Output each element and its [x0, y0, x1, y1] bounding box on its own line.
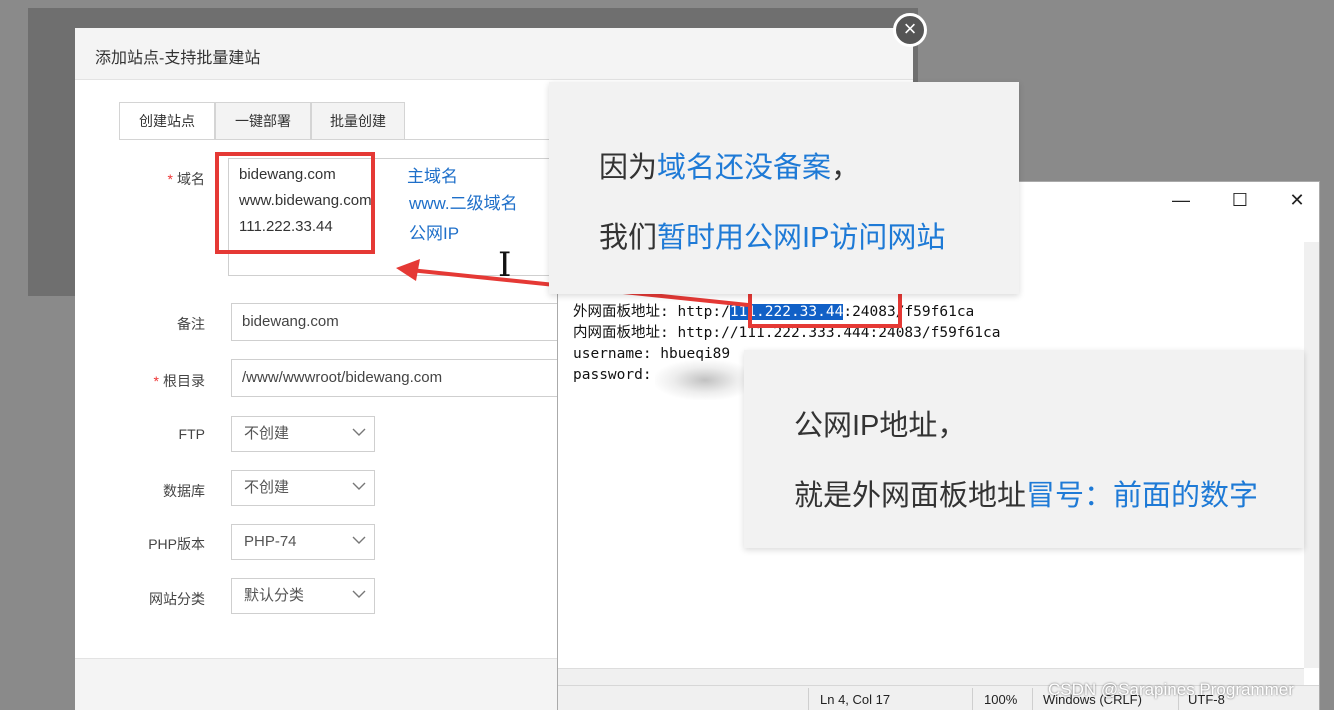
remark-label: 备注: [177, 316, 205, 332]
caption-bottom-line-2: 就是外网面板地址冒号：前面的数字: [794, 472, 1258, 514]
tab-label: 创建站点: [139, 113, 195, 129]
required-marker: *: [153, 373, 159, 389]
dialog-title: 添加站点-支持批量建站: [95, 50, 261, 67]
caption-highlight: 冒号：前面的数字: [1026, 480, 1259, 512]
domain-label: * 域名: [95, 169, 205, 189]
php-version-select[interactable]: PHP-74: [231, 524, 375, 560]
caption-top-line-1: 因为域名还没备案，: [599, 144, 860, 186]
root-dir-input[interactable]: /www/wwwroot/bidewang.com: [231, 359, 561, 397]
database-select[interactable]: 不创建: [231, 470, 375, 506]
chevron-down-icon: [352, 590, 366, 598]
vertical-scrollbar[interactable]: [1304, 242, 1319, 668]
dialog-close-button[interactable]: ×: [893, 13, 927, 47]
note-main-domain: 主域名: [407, 167, 458, 186]
red-highlight-ip: [748, 290, 902, 328]
caption-text: 我们: [599, 222, 658, 254]
red-highlight-domains: [215, 152, 375, 254]
tab-label: 一键部署: [235, 113, 291, 129]
caption-highlight: 域名还没备案: [657, 152, 832, 184]
close-icon: ×: [903, 16, 917, 41]
minimize-button[interactable]: —: [1166, 188, 1196, 212]
domain-label-text: 域名: [177, 171, 205, 187]
password-blur: [655, 360, 755, 400]
caption-highlight: 暂时用公网IP访问网站: [657, 222, 946, 254]
minimize-icon: —: [1172, 190, 1190, 210]
site-category-select-value: 默认分类: [244, 587, 305, 604]
note-public-ip: 公网IP: [409, 224, 460, 243]
caption-bottom: 公网IP地址， 就是外网面板地址冒号：前面的数字: [744, 350, 1304, 548]
maximize-icon: ☐: [1231, 190, 1249, 210]
chevron-down-icon: [352, 536, 366, 544]
caption-text: 就是外网面板地址: [794, 480, 1027, 512]
status-cursor-position: Ln 4, Col 17: [820, 692, 891, 707]
status-divider: [1032, 688, 1033, 710]
caption-top-line-2: 我们暂时用公网IP访问网站: [599, 214, 945, 256]
tab-label: 批量创建: [330, 113, 386, 129]
php-version-label: PHP版本: [148, 536, 205, 552]
tab-create-site[interactable]: 创建站点: [119, 102, 215, 140]
caption-top: 因为域名还没备案， 我们暂时用公网IP访问网站: [549, 82, 1019, 294]
required-marker: *: [167, 171, 173, 187]
status-zoom: 100%: [984, 692, 1018, 707]
window-close-button[interactable]: ✕: [1282, 188, 1312, 212]
ftp-select-value: 不创建: [244, 425, 290, 442]
caption-text: ，: [831, 152, 861, 184]
status-divider: [808, 688, 809, 710]
ftp-select[interactable]: 不创建: [231, 416, 375, 452]
watermark: CSDN @Sarapines Programmer: [1048, 680, 1294, 699]
line1-prefix: 外网面板地址: http:/: [573, 304, 730, 320]
tab-one-click-deploy[interactable]: 一键部署: [215, 102, 311, 140]
remark-input[interactable]: bidewang.com: [231, 303, 561, 341]
chevron-down-icon: [352, 428, 366, 436]
text-cursor-icon: I: [498, 245, 512, 285]
close-icon: ✕: [1289, 190, 1305, 210]
tab-divider: [119, 139, 557, 140]
dialog-titlebar: 添加站点-支持批量建站: [75, 28, 913, 80]
maximize-button[interactable]: ☐: [1225, 188, 1255, 212]
note-www-subdomain: www.二级域名: [409, 194, 518, 213]
ftp-label: FTP: [178, 426, 205, 442]
status-divider: [972, 688, 973, 710]
caption-text: 因为: [599, 152, 658, 184]
tab-batch-create[interactable]: 批量创建: [311, 102, 405, 140]
site-category-select[interactable]: 默认分类: [231, 578, 375, 614]
caption-bottom-line-1: 公网IP地址，: [794, 410, 967, 442]
root-label: * 根目录: [95, 371, 205, 391]
database-select-value: 不创建: [244, 479, 290, 496]
chevron-down-icon: [352, 482, 366, 490]
root-label-text: 根目录: [163, 373, 205, 389]
site-category-label: 网站分类: [149, 591, 205, 607]
php-version-select-value: PHP-74: [244, 533, 297, 550]
database-label: 数据库: [163, 483, 205, 499]
